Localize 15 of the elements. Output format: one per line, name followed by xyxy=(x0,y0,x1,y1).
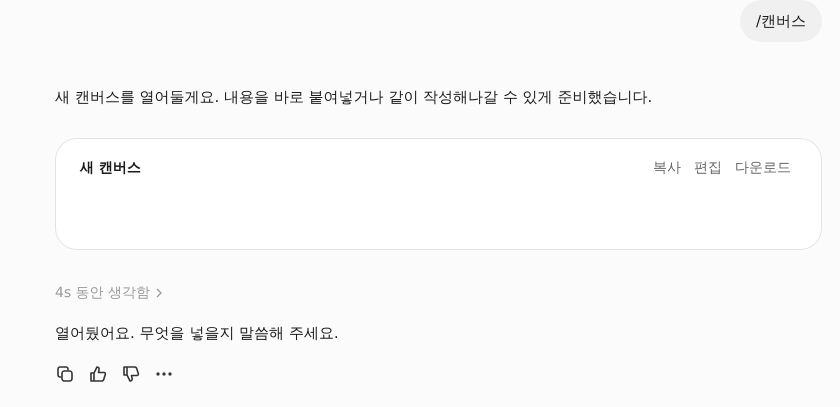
thumbs-down-button[interactable] xyxy=(121,364,141,384)
more-icon xyxy=(156,372,172,376)
canvas-title: 새 캔버스 xyxy=(80,159,141,177)
canvas-action-button[interactable]: 편집 xyxy=(694,159,722,177)
thumbs-up-button[interactable] xyxy=(88,364,108,384)
canvas-action-button[interactable]: 다운로드 xyxy=(735,159,791,177)
copy-button[interactable] xyxy=(55,364,75,384)
thumbs-down-icon xyxy=(122,365,140,383)
assistant-message: 열어뒀어요. 무엇을 넣을지 말씀해 주세요. xyxy=(55,323,340,344)
assistant-message: 새 캔버스를 열어둘게요. 내용을 바로 붙여넣거나 같이 작성해나갈 수 있게 준비했습니다. xyxy=(55,87,654,108)
chevron-icon xyxy=(156,288,162,298)
user-message: /캔버스 xyxy=(740,0,822,42)
thumbs-up-icon xyxy=(89,365,107,383)
copy-icon xyxy=(56,365,74,383)
canvas-action-button[interactable]: 복사 xyxy=(653,159,681,177)
